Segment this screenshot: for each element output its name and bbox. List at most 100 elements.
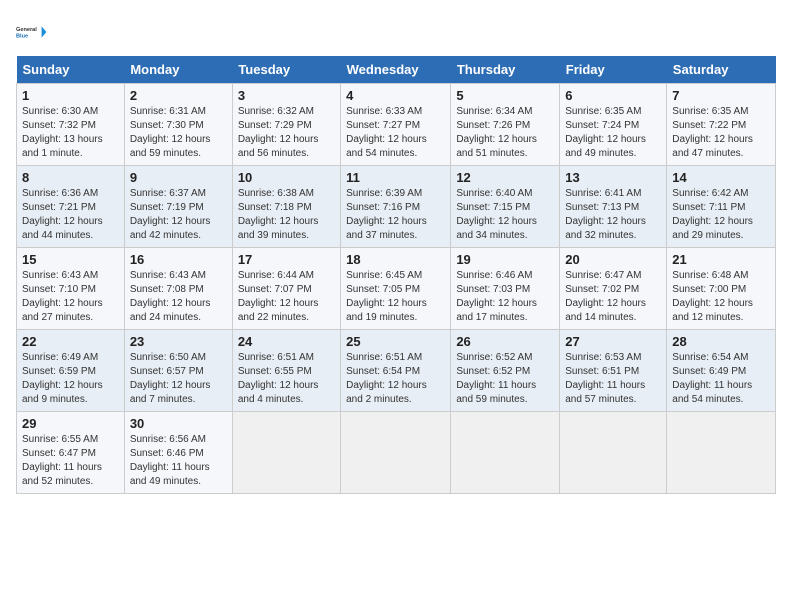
weekday-header: Saturday (667, 56, 776, 84)
day-info: Sunrise: 6:54 AM Sunset: 6:49 PM Dayligh… (672, 351, 770, 407)
svg-text:General: General (16, 27, 37, 33)
calendar-week-row: 8Sunrise: 6:36 AM Sunset: 7:21 PM Daylig… (17, 166, 776, 248)
calendar-cell (560, 412, 667, 494)
calendar-cell: 23 Sunrise: 6:50 AM Sunset: 6:57 PM Dayli… (124, 330, 232, 412)
calendar-cell: 24 Sunrise: 6:51 AM Sunset: 6:55 PM Dayli… (232, 330, 340, 412)
day-number: 2 (130, 88, 227, 103)
calendar-cell: 20Sunrise: 6:47 AM Sunset: 7:02 PM Dayli… (560, 248, 667, 330)
day-info: Sunrise: 6:43 AM Sunset: 7:08 PM Dayligh… (130, 269, 227, 325)
calendar-week-row: 29 Sunrise: 6:55 AM Sunset: 6:47 PM Dayli… (17, 412, 776, 494)
calendar-table: SundayMondayTuesdayWednesdayThursdayFrid… (16, 56, 776, 494)
weekday-header: Sunday (17, 56, 125, 84)
calendar-cell: 26Sunrise: 6:52 AM Sunset: 6:52 PM Dayli… (451, 330, 560, 412)
day-number: 29 (22, 416, 119, 431)
day-info: Sunrise: 6:43 AM Sunset: 7:10 PM Dayligh… (22, 269, 119, 325)
day-number: 14 (672, 170, 770, 185)
day-number: 7 (672, 88, 770, 103)
day-number: 18 (346, 252, 445, 267)
day-number: 16 (130, 252, 227, 267)
calendar-cell: 7 Sunrise: 6:35 AM Sunset: 7:22 PM Daylig… (667, 84, 776, 166)
logo-icon: GeneralBlue (16, 16, 48, 48)
calendar-cell: 8Sunrise: 6:36 AM Sunset: 7:21 PM Daylig… (17, 166, 125, 248)
day-info: Sunrise: 6:35 AM Sunset: 7:22 PM Dayligh… (672, 105, 770, 161)
day-number: 9 (130, 170, 227, 185)
calendar-cell: 17 Sunrise: 6:44 AM Sunset: 7:07 PM Dayli… (232, 248, 340, 330)
day-info: Sunrise: 6:51 AM Sunset: 6:55 PM Dayligh… (238, 351, 335, 407)
calendar-cell: 16 Sunrise: 6:43 AM Sunset: 7:08 PM Dayli… (124, 248, 232, 330)
calendar-body: 1 Sunrise: 6:30 AM Sunset: 7:32 PM Daylig… (17, 84, 776, 494)
day-info: Sunrise: 6:48 AM Sunset: 7:00 PM Dayligh… (672, 269, 770, 325)
day-info: Sunrise: 6:50 AM Sunset: 6:57 PM Dayligh… (130, 351, 227, 407)
calendar-week-row: 1 Sunrise: 6:30 AM Sunset: 7:32 PM Daylig… (17, 84, 776, 166)
svg-text:Blue: Blue (16, 34, 28, 40)
day-number: 4 (346, 88, 445, 103)
day-number: 23 (130, 334, 227, 349)
calendar-cell: 30 Sunrise: 6:56 AM Sunset: 6:46 PM Dayli… (124, 412, 232, 494)
calendar-cell: 14 Sunrise: 6:42 AM Sunset: 7:11 PM Dayli… (667, 166, 776, 248)
calendar-header-row: SundayMondayTuesdayWednesdayThursdayFrid… (17, 56, 776, 84)
day-number: 24 (238, 334, 335, 349)
calendar-cell: 18 Sunrise: 6:45 AM Sunset: 7:05 PM Dayli… (341, 248, 451, 330)
weekday-header: Tuesday (232, 56, 340, 84)
day-info: Sunrise: 6:31 AM Sunset: 7:30 PM Dayligh… (130, 105, 227, 161)
day-number: 27 (565, 334, 661, 349)
day-info: Sunrise: 6:30 AM Sunset: 7:32 PM Dayligh… (22, 105, 119, 161)
day-number: 30 (130, 416, 227, 431)
calendar-cell (232, 412, 340, 494)
calendar-cell: 12Sunrise: 6:40 AM Sunset: 7:15 PM Dayli… (451, 166, 560, 248)
day-info: Sunrise: 6:37 AM Sunset: 7:19 PM Dayligh… (130, 187, 227, 243)
day-info: Sunrise: 6:53 AM Sunset: 6:51 PM Dayligh… (565, 351, 661, 407)
calendar-cell: 27 Sunrise: 6:53 AM Sunset: 6:51 PM Dayli… (560, 330, 667, 412)
calendar-cell: 15 Sunrise: 6:43 AM Sunset: 7:10 PM Dayli… (17, 248, 125, 330)
header: GeneralBlue (16, 16, 776, 48)
day-info: Sunrise: 6:44 AM Sunset: 7:07 PM Dayligh… (238, 269, 335, 325)
day-info: Sunrise: 6:38 AM Sunset: 7:18 PM Dayligh… (238, 187, 335, 243)
day-number: 11 (346, 170, 445, 185)
calendar-cell: 6Sunrise: 6:35 AM Sunset: 7:24 PM Daylig… (560, 84, 667, 166)
weekday-header: Friday (560, 56, 667, 84)
calendar-cell: 28 Sunrise: 6:54 AM Sunset: 6:49 PM Dayli… (667, 330, 776, 412)
day-number: 25 (346, 334, 445, 349)
day-number: 26 (456, 334, 554, 349)
calendar-cell: 5Sunrise: 6:34 AM Sunset: 7:26 PM Daylig… (451, 84, 560, 166)
day-number: 28 (672, 334, 770, 349)
logo: GeneralBlue (16, 16, 48, 48)
day-info: Sunrise: 6:46 AM Sunset: 7:03 PM Dayligh… (456, 269, 554, 325)
day-number: 10 (238, 170, 335, 185)
calendar-cell: 2 Sunrise: 6:31 AM Sunset: 7:30 PM Daylig… (124, 84, 232, 166)
calendar-cell: 29 Sunrise: 6:55 AM Sunset: 6:47 PM Dayli… (17, 412, 125, 494)
calendar-cell: 1 Sunrise: 6:30 AM Sunset: 7:32 PM Daylig… (17, 84, 125, 166)
calendar-cell: 9 Sunrise: 6:37 AM Sunset: 7:19 PM Daylig… (124, 166, 232, 248)
day-info: Sunrise: 6:45 AM Sunset: 7:05 PM Dayligh… (346, 269, 445, 325)
day-number: 1 (22, 88, 119, 103)
day-number: 6 (565, 88, 661, 103)
calendar-cell: 3Sunrise: 6:32 AM Sunset: 7:29 PM Daylig… (232, 84, 340, 166)
day-number: 20 (565, 252, 661, 267)
weekday-header: Monday (124, 56, 232, 84)
calendar-cell: 4 Sunrise: 6:33 AM Sunset: 7:27 PM Daylig… (341, 84, 451, 166)
day-number: 21 (672, 252, 770, 267)
calendar-cell: 11 Sunrise: 6:39 AM Sunset: 7:16 PM Dayli… (341, 166, 451, 248)
calendar-cell: 25Sunrise: 6:51 AM Sunset: 6:54 PM Dayli… (341, 330, 451, 412)
calendar-week-row: 22Sunrise: 6:49 AM Sunset: 6:59 PM Dayli… (17, 330, 776, 412)
day-number: 3 (238, 88, 335, 103)
weekday-header: Thursday (451, 56, 560, 84)
day-number: 19 (456, 252, 554, 267)
day-info: Sunrise: 6:56 AM Sunset: 6:46 PM Dayligh… (130, 433, 227, 489)
day-info: Sunrise: 6:33 AM Sunset: 7:27 PM Dayligh… (346, 105, 445, 161)
day-info: Sunrise: 6:39 AM Sunset: 7:16 PM Dayligh… (346, 187, 445, 243)
day-number: 5 (456, 88, 554, 103)
day-number: 13 (565, 170, 661, 185)
calendar-cell (667, 412, 776, 494)
day-info: Sunrise: 6:42 AM Sunset: 7:11 PM Dayligh… (672, 187, 770, 243)
calendar-cell: 21 Sunrise: 6:48 AM Sunset: 7:00 PM Dayli… (667, 248, 776, 330)
day-number: 15 (22, 252, 119, 267)
calendar-cell: 19 Sunrise: 6:46 AM Sunset: 7:03 PM Dayli… (451, 248, 560, 330)
day-info: Sunrise: 6:36 AM Sunset: 7:21 PM Dayligh… (22, 187, 119, 243)
calendar-cell: 22Sunrise: 6:49 AM Sunset: 6:59 PM Dayli… (17, 330, 125, 412)
day-number: 17 (238, 252, 335, 267)
weekday-header: Wednesday (341, 56, 451, 84)
day-info: Sunrise: 6:49 AM Sunset: 6:59 PM Dayligh… (22, 351, 119, 407)
day-info: Sunrise: 6:55 AM Sunset: 6:47 PM Dayligh… (22, 433, 119, 489)
calendar-cell: 13Sunrise: 6:41 AM Sunset: 7:13 PM Dayli… (560, 166, 667, 248)
